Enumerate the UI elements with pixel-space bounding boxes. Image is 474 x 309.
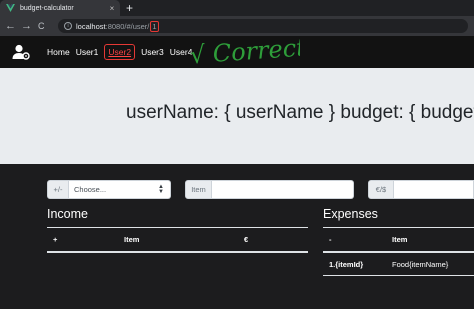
browser-tab[interactable]: budget-calculator × [0, 0, 120, 16]
nav-link-user3[interactable]: User3 [141, 47, 164, 57]
vue-logo-icon [6, 4, 15, 12]
select-caret-icon: ▲ ▼ [158, 184, 164, 195]
address-bar[interactable]: i localhost:8080/#/user/1 [58, 19, 468, 33]
browser-tabstrip: budget-calculator × + [0, 0, 474, 16]
nav-link-user1[interactable]: User1 [76, 47, 99, 57]
forward-icon[interactable]: → [21, 19, 32, 33]
item-addon: Item [185, 180, 212, 199]
reload-icon[interactable]: C [38, 19, 45, 33]
amount-input-group: €/$ [368, 180, 474, 199]
expenses-header-top-rule [323, 227, 474, 228]
expenses-col-item: Item [392, 235, 408, 244]
sign-select[interactable]: Choose... ▲ ▼ [69, 180, 171, 199]
income-col-sign: + [53, 235, 58, 244]
jumbotron-heading: userName: { userName } budget: { budget … [126, 102, 474, 123]
nav-link-user2[interactable]: User2 [104, 44, 135, 60]
expense-row-id: 1.{itemId} [329, 260, 364, 269]
sign-select-group: +/- Choose... ▲ ▼ [47, 180, 171, 199]
handwritten-correct-annotation: √ Correct [190, 34, 300, 68]
currency-addon: €/$ [368, 180, 394, 199]
expenses-col-sign: - [329, 235, 332, 244]
url-text: localhost:8080/#/user/1 [76, 20, 159, 32]
jumbotron: userName: { userName } budget: { budget … [0, 68, 474, 164]
url-path: :8080/#/user/ [105, 21, 150, 31]
expenses-header-bottom-rule [323, 251, 474, 253]
back-icon[interactable]: ← [5, 19, 16, 33]
income-title: Income [47, 207, 88, 221]
nav-links: Home User1 User2 User3 User4 [47, 44, 198, 60]
expenses-title: Expenses [323, 207, 378, 221]
expense-row-name: Food{itemName} [392, 260, 449, 269]
url-host: localhost [76, 21, 106, 31]
url-user-id: 1 [150, 20, 159, 32]
nav-link-home[interactable]: Home [47, 47, 70, 57]
select-value: Choose... [74, 185, 107, 194]
user-settings-icon[interactable] [12, 44, 30, 60]
tab-title: budget-calculator [20, 4, 74, 12]
browser-toolbar: ← → C i localhost:8080/#/user/1 [0, 16, 474, 36]
amount-input[interactable] [394, 180, 474, 199]
income-header-top-rule [47, 227, 308, 228]
expense-row-rule [323, 275, 474, 276]
sign-addon: +/- [47, 180, 69, 199]
income-col-amount: € [244, 235, 249, 244]
annotation-text: √ Correct [190, 34, 300, 68]
tab-close-icon[interactable]: × [107, 4, 117, 13]
income-header-bottom-rule [47, 251, 308, 253]
income-col-item: Item [124, 235, 140, 244]
item-input-group: Item [185, 180, 354, 199]
info-icon[interactable]: i [64, 22, 72, 30]
item-input[interactable] [212, 180, 354, 199]
new-tab-icon[interactable]: + [126, 1, 133, 15]
